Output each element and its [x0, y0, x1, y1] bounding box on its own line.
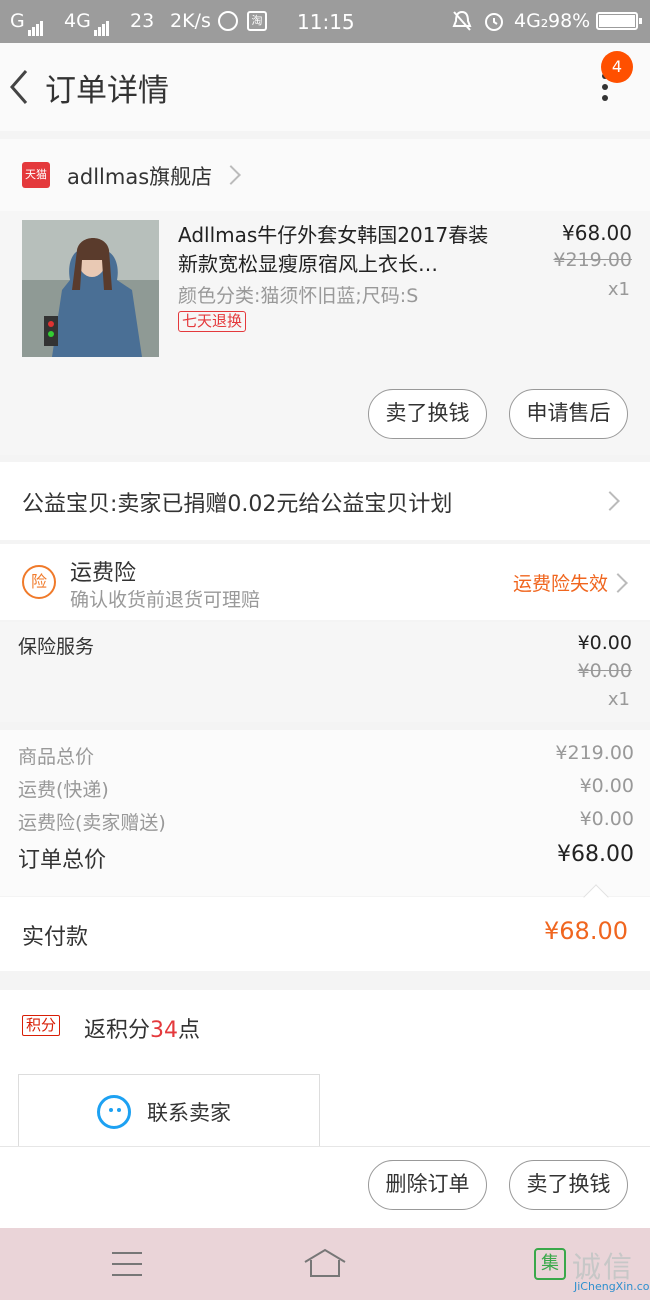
summary-label: 运费(快递)	[18, 779, 109, 801]
back-arrow-icon	[10, 70, 28, 104]
insurance-subtitle: 确认收货前退货可理赔	[70, 589, 261, 611]
contact-seller-button[interactable]: 联系卖家	[18, 1074, 320, 1146]
watermark-logo-icon: 集	[534, 1248, 566, 1280]
sell-button-bottom[interactable]: 卖了换钱	[509, 1160, 628, 1210]
signal-icon	[28, 14, 44, 36]
service-quantity: x1	[607, 689, 630, 710]
insurance-status: 运费险失效	[512, 573, 608, 595]
summary-value: ¥0.00	[579, 775, 634, 797]
watermark: 集 诚信 JiChengXin.com	[532, 1234, 650, 1296]
clock: 11:15	[297, 10, 355, 34]
charity-row[interactable]: 公益宝贝:卖家已捐赠0.02元给公益宝贝计划	[0, 462, 650, 540]
insurance-service: 保险服务 ¥0.00 ¥0.00 x1	[0, 622, 650, 722]
points-text: 返积分34点	[84, 1018, 201, 1043]
chat-bubble-icon	[97, 1095, 131, 1129]
service-price: ¥0.00	[577, 632, 632, 654]
network-speed: 2K/s	[170, 10, 211, 32]
product-card: Adllmas牛仔外套女韩国2017春装新款宽松显瘦原宿风上衣长… 颜色分类:猫…	[0, 211, 650, 455]
sell-button[interactable]: 卖了换钱	[368, 389, 487, 439]
chevron-right-icon	[221, 165, 241, 185]
service-original-price: ¥0.00	[577, 660, 632, 682]
watermark-site: JiChengXin.com	[574, 1280, 650, 1293]
page-title: 订单详情	[45, 73, 169, 109]
paid-value: ¥68.00	[544, 917, 628, 945]
home-icon[interactable]	[303, 1248, 347, 1278]
delete-order-button[interactable]: 删除订单	[368, 1160, 487, 1210]
order-total-label: 订单总价	[18, 848, 107, 873]
tmall-logo-icon: 天猫	[22, 162, 50, 188]
product-image[interactable]	[22, 220, 159, 357]
alarm-icon	[483, 10, 505, 32]
shipping-insurance-row[interactable]: 险 运费险 确认收货前退货可理赔 运费险失效	[0, 544, 650, 620]
network-label-2: 4G₂	[514, 10, 549, 32]
summary-value: ¥219.00	[555, 742, 634, 764]
back-button[interactable]	[6, 65, 36, 109]
battery-percent: 98%	[548, 10, 591, 32]
charity-text: 公益宝贝:卖家已捐赠0.02元给公益宝贝计划	[22, 492, 453, 517]
signal-icon-2	[94, 14, 110, 36]
points-row: 积分 返积分34点	[0, 990, 650, 1064]
order-actions: 删除订单 卖了换钱	[0, 1146, 650, 1228]
insurance-title: 运费险	[70, 561, 137, 586]
aftersale-button[interactable]: 申请售后	[509, 389, 628, 439]
summary-row: 运费(快递) ¥0.00	[0, 775, 650, 805]
shop-name: adllmas旗舰店	[67, 165, 213, 189]
paid-amount-row: 实付款 ¥68.00	[0, 897, 650, 971]
shop-row[interactable]: 天猫 adllmas旗舰店	[0, 139, 650, 211]
paid-label: 实付款	[22, 925, 89, 950]
mute-bell-icon	[452, 10, 472, 32]
summary-row: 运费险(卖家赠送) ¥0.00	[0, 808, 650, 838]
summary-label: 运费险(卖家赠送)	[18, 812, 166, 834]
product-original-price: ¥219.00	[553, 249, 632, 271]
contact-seller-label: 联系卖家	[147, 1101, 231, 1125]
product-title[interactable]: Adllmas牛仔外套女韩国2017春装新款宽松显瘦原宿风上衣长…	[178, 221, 498, 279]
insurance-icon: 险	[22, 565, 56, 599]
price-summary: 商品总价 ¥219.00 运费(快递) ¥0.00 运费险(卖家赠送) ¥0.0…	[0, 730, 650, 896]
summary-row: 商品总价 ¥219.00	[0, 742, 650, 772]
carrier-label: G	[10, 10, 25, 32]
menu-icon[interactable]	[112, 1252, 142, 1285]
summary-value: ¥0.00	[579, 808, 634, 830]
status-bar: G 4G 23 2K/s 淘 11:15 4G₂ 98%	[0, 0, 650, 43]
chevron-right-icon	[608, 573, 628, 593]
order-total-value: ¥68.00	[557, 842, 634, 867]
qq-icon	[218, 11, 238, 31]
battery-icon	[596, 12, 642, 30]
return-policy-badge: 七天退换	[178, 311, 247, 332]
notification-count: 23	[130, 10, 155, 32]
nav-bar: 订单详情 4	[0, 43, 650, 131]
product-sku: 颜色分类:猫须怀旧蓝;尺码:S	[178, 285, 419, 307]
points-count: 34	[150, 1018, 179, 1043]
taobao-icon: 淘	[247, 11, 267, 31]
contact-section: 联系卖家	[0, 1064, 650, 1146]
message-badge: 4	[601, 51, 633, 83]
chevron-right-icon	[600, 491, 620, 511]
summary-label: 商品总价	[18, 746, 95, 768]
product-price: ¥68.00	[562, 221, 632, 245]
system-nav-bar: 集 诚信 JiChengXin.com	[0, 1228, 650, 1300]
order-total-row: 订单总价 ¥68.00	[0, 842, 650, 873]
network-label: 4G	[64, 10, 91, 32]
service-label: 保险服务	[18, 636, 95, 658]
product-quantity: x1	[607, 279, 630, 300]
points-badge: 积分	[22, 1015, 61, 1036]
